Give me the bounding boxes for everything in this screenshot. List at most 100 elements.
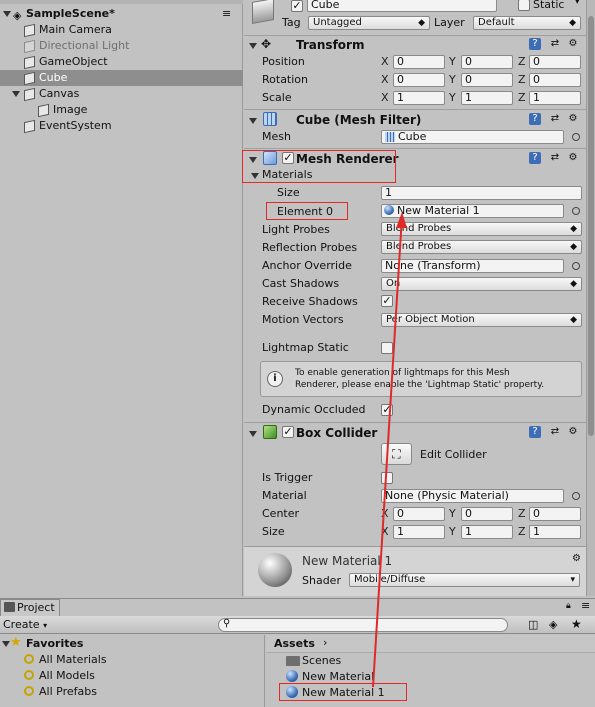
object-picker-icon[interactable] (572, 262, 580, 270)
scene-expand-icon[interactable] (3, 11, 11, 17)
position-x-field[interactable]: 0 (393, 55, 445, 69)
tab-project[interactable]: Project (0, 599, 60, 616)
hierarchy-item-selected[interactable]: Cube (0, 70, 243, 86)
object-picker-icon[interactable] (572, 207, 580, 215)
object-picker-icon[interactable] (572, 133, 580, 141)
object-picker-icon[interactable] (572, 492, 580, 500)
scene-row[interactable]: ◈ SampleScene* ≡ (0, 6, 243, 22)
help-icon[interactable]: ? (529, 113, 541, 125)
favorites-fold-icon[interactable] (2, 641, 10, 647)
receive-shadows-checkbox[interactable]: ✓ (381, 295, 393, 307)
hierarchy-item[interactable]: Main Camera (0, 22, 243, 38)
preset-icon[interactable]: ⇄ (549, 152, 561, 164)
meshfilter-fold-icon[interactable] (249, 118, 257, 124)
settings-gear-icon[interactable]: ⚙ (567, 426, 579, 438)
collider-material-field[interactable]: None (Physic Material) (381, 489, 564, 503)
help-icon[interactable]: ? (529, 152, 541, 164)
preset-icon[interactable]: ⇄ (549, 113, 561, 125)
panel-lock-icon[interactable]: 🔒︎ (566, 601, 571, 611)
preset-icon[interactable]: ⇄ (549, 426, 561, 438)
scrollbar-thumb[interactable] (588, 16, 594, 436)
reflection-probes-dropdown[interactable]: Blend Probes ◆ (381, 240, 582, 254)
settings-gear-icon[interactable]: ⚙ (567, 152, 579, 164)
anchor-override-field[interactable]: None (Transform) (381, 259, 564, 273)
object-name-field[interactable]: Cube (307, 0, 497, 12)
material-settings-gear-icon[interactable]: ⚙ (572, 553, 581, 564)
motion-vectors-dropdown[interactable]: Per Object Motion ◆ (381, 313, 582, 327)
favorite-star-icon[interactable]: ★ (571, 617, 582, 631)
favorite-item[interactable]: All Models (39, 669, 95, 682)
cast-shadows-label: Cast Shadows (262, 277, 340, 290)
settings-gear-icon[interactable]: ⚙ (567, 38, 579, 50)
position-y-field[interactable]: 0 (461, 55, 513, 69)
hierarchy-item[interactable]: EventSystem (0, 118, 243, 134)
filter-by-label-icon[interactable]: ◈ (549, 618, 557, 631)
material-header (244, 546, 586, 596)
help-icon[interactable]: ? (529, 426, 541, 438)
mesh-object-field[interactable]: Cube (381, 130, 564, 144)
assets-breadcrumb-label[interactable]: Assets (274, 637, 315, 650)
size-y-field[interactable]: 1 (461, 525, 513, 539)
material-name: New Material 1 (302, 554, 393, 568)
scale-x-field[interactable]: 1 (393, 91, 445, 105)
search-filter-icon (24, 670, 34, 680)
edit-collider-button[interactable]: ⛶ (381, 443, 412, 465)
axis-x-label: X (381, 73, 389, 86)
static-dropdown-icon[interactable]: ▾ (575, 0, 580, 7)
active-checkbox[interactable]: ✓ (291, 0, 303, 12)
asset-item[interactable]: Scenes (302, 654, 341, 667)
transform-fold-icon[interactable] (249, 43, 257, 49)
position-label: Position (262, 55, 305, 68)
materials-size-field[interactable]: 1 (381, 186, 582, 200)
scale-z-field[interactable]: 1 (529, 91, 581, 105)
info-text-line1: To enable generation of lightmaps for th… (295, 368, 510, 378)
static-checkbox[interactable] (518, 0, 530, 11)
filter-by-type-icon[interactable]: ◫ (528, 618, 538, 631)
hierarchy-item[interactable]: Directional Light (0, 38, 243, 54)
center-z-field[interactable]: 0 (529, 507, 581, 521)
dynamic-occluded-checkbox[interactable]: ✓ (381, 404, 393, 416)
scene-menu-icon[interactable]: ≡ (222, 6, 231, 22)
tag-dropdown[interactable]: Untagged ◆ (308, 16, 430, 30)
panel-menu-icon[interactable]: ≡ (581, 599, 590, 612)
size-x-field[interactable]: 1 (393, 525, 445, 539)
boxcollider-enabled-checkbox[interactable]: ✓ (282, 426, 294, 438)
project-create-button[interactable]: Create ▾ (3, 618, 51, 632)
scene-name: SampleScene* (26, 7, 115, 20)
lightmap-static-checkbox[interactable] (381, 342, 393, 354)
expand-icon[interactable] (12, 91, 20, 97)
layer-dropdown[interactable]: Default ◆ (473, 16, 581, 30)
center-y-field[interactable]: 0 (461, 507, 513, 521)
favorite-item[interactable]: All Prefabs (39, 685, 97, 698)
hierarchy-item[interactable]: GameObject (0, 54, 243, 70)
position-z-field[interactable]: 0 (529, 55, 581, 69)
shader-dropdown[interactable]: Mobile/Diffuse ▾ (349, 573, 580, 587)
material-element-field[interactable]: New Material 1 (381, 204, 564, 218)
hierarchy-item[interactable]: Image (0, 102, 243, 118)
axis-y-label: Y (449, 91, 456, 104)
asset-item[interactable]: New Material (302, 670, 374, 683)
search-icon: ⚲ (223, 618, 231, 629)
project-panel: Project 🔒︎ ≡ Create ▾ ⚲ ◫ ◈ ★ ★ Favorite… (0, 598, 595, 707)
help-icon[interactable]: ? (529, 38, 541, 50)
preset-icon[interactable]: ⇄ (549, 38, 561, 50)
project-search-input[interactable]: ⚲ (218, 618, 508, 632)
scale-y-field[interactable]: 1 (461, 91, 513, 105)
boxcollider-fold-icon[interactable] (249, 431, 257, 437)
rotation-z-field[interactable]: 0 (529, 73, 581, 87)
rotation-y-field[interactable]: 0 (461, 73, 513, 87)
settings-gear-icon[interactable]: ⚙ (567, 113, 579, 125)
center-x-field[interactable]: 0 (393, 507, 445, 521)
light-probes-dropdown[interactable]: Blend Probes ◆ (381, 222, 582, 236)
axis-z-label: Z (518, 525, 526, 538)
is-trigger-checkbox[interactable] (381, 472, 393, 484)
cast-shadows-dropdown[interactable]: On ◆ (381, 277, 582, 291)
inspector-panel: ✓ Cube Static ▾ Tag Untagged ◆ Layer Defa… (242, 0, 595, 596)
rotation-x-field[interactable]: 0 (393, 73, 445, 87)
favorite-item[interactable]: All Materials (39, 653, 107, 666)
size-z-field[interactable]: 1 (529, 525, 581, 539)
material-element-value: New Material 1 (397, 204, 480, 217)
inspector-scrollbar[interactable] (586, 0, 595, 596)
hierarchy-item[interactable]: Canvas (0, 86, 243, 102)
lightmap-info-box: i To enable generation of lightmaps for … (260, 361, 582, 397)
